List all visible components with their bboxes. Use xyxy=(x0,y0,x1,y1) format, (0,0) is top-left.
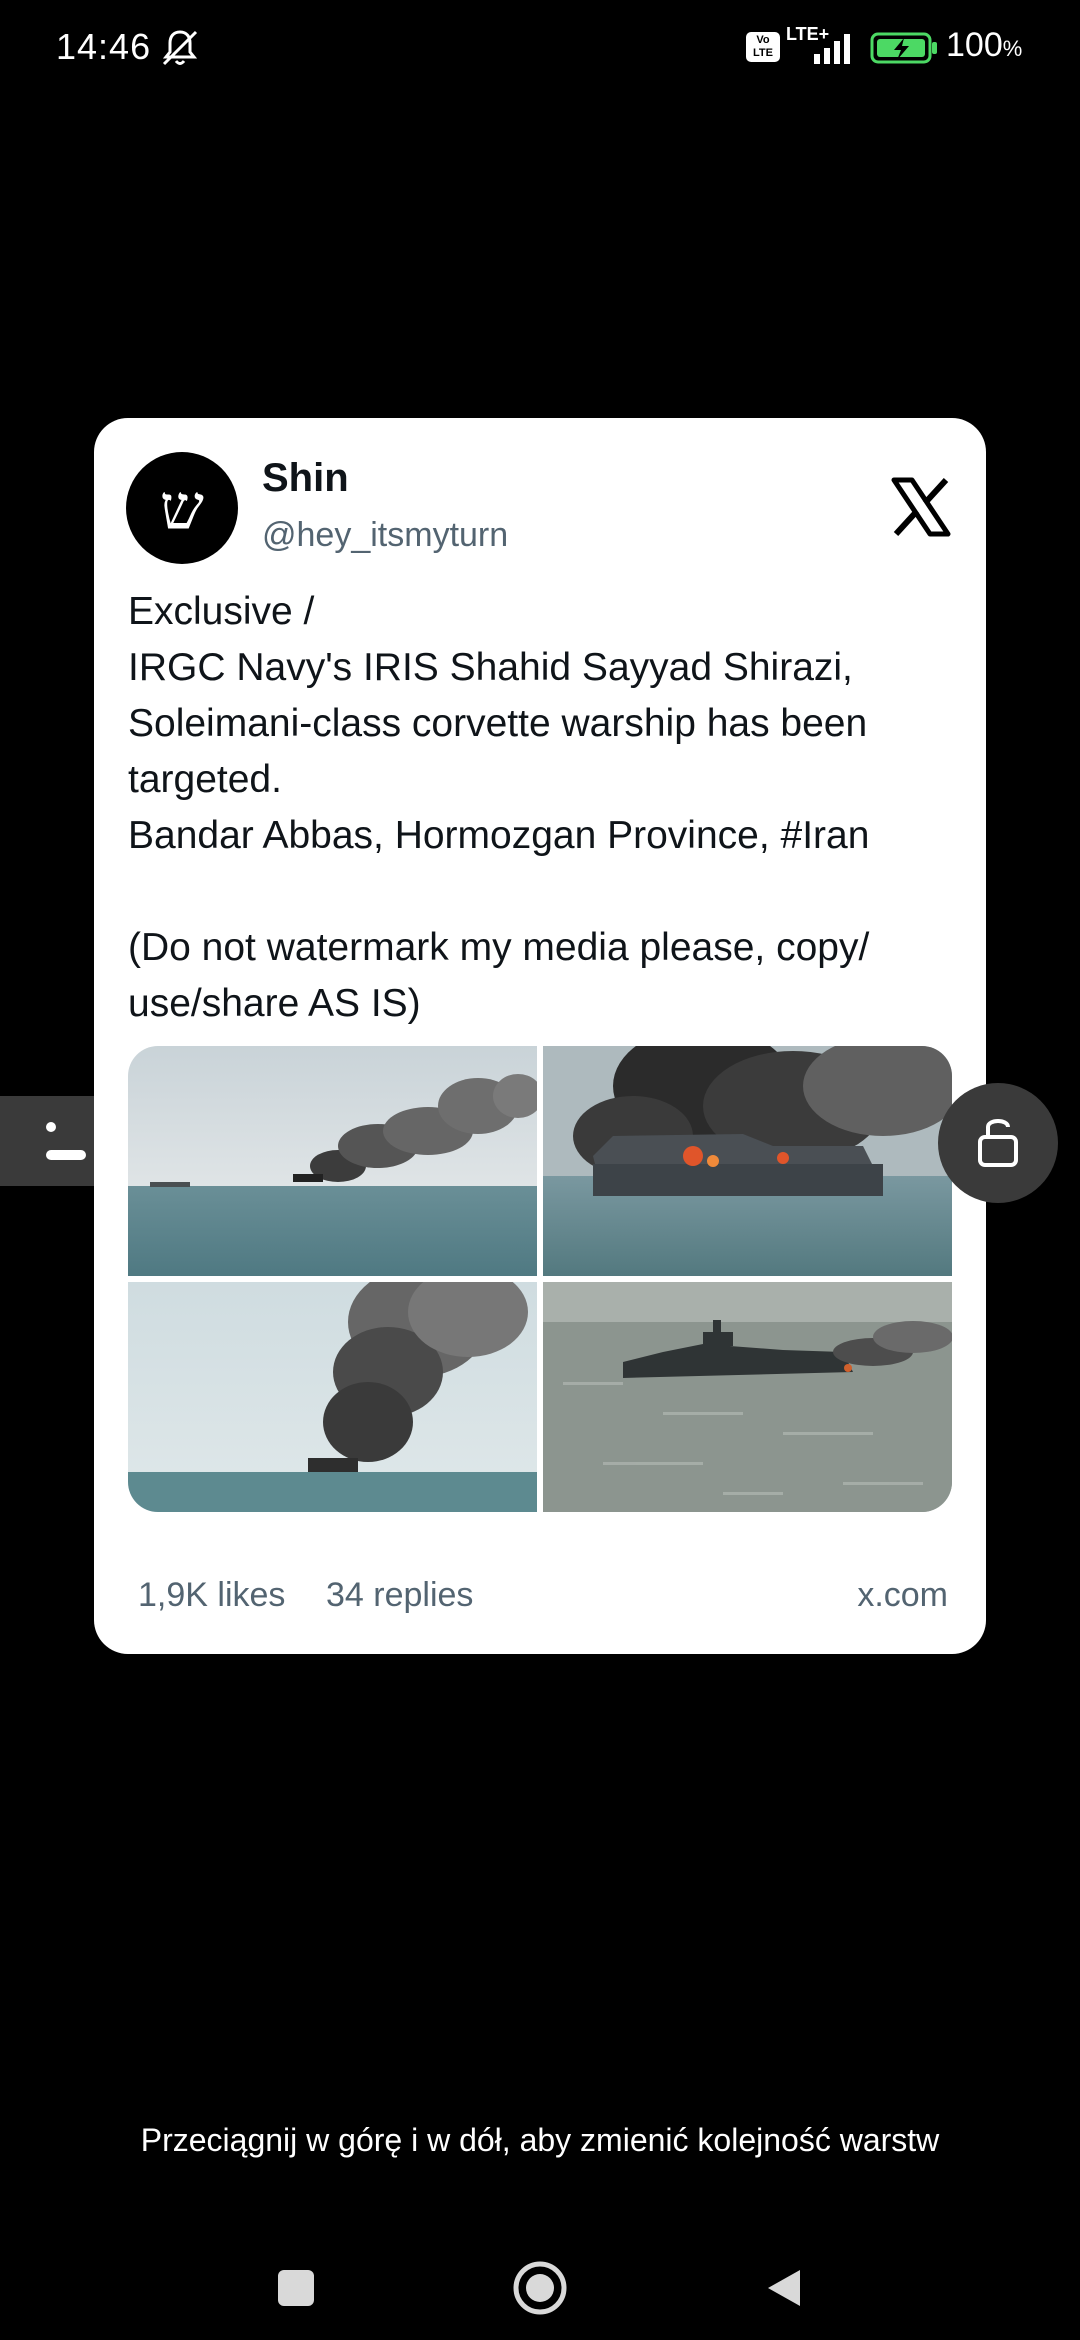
back-button[interactable] xyxy=(744,2250,824,2330)
reorder-hint: Przeciągnij w górę i w dół, aby zmienić … xyxy=(140,2122,940,2158)
recents-icon xyxy=(274,2266,318,2315)
likes-count[interactable]: 1,9K likes xyxy=(138,1576,285,1615)
tweet-line: Exclusive / xyxy=(128,590,315,633)
home-button[interactable] xyxy=(500,2250,580,2330)
home-icon xyxy=(510,2258,570,2323)
media-photo[interactable] xyxy=(543,1046,952,1276)
status-time: 14:46 xyxy=(56,26,152,67)
battery-icon xyxy=(870,30,940,66)
media-grid[interactable] xyxy=(128,1046,952,1512)
media-photo[interactable] xyxy=(128,1282,537,1512)
volte-badge: Vo LTE xyxy=(746,32,780,62)
tweet-line xyxy=(128,864,968,920)
tweet-line: targeted. xyxy=(128,758,282,801)
signal-icon xyxy=(808,30,860,66)
media-photo[interactable] xyxy=(128,1046,537,1276)
back-icon xyxy=(762,2266,806,2315)
navigation-bar xyxy=(0,2230,1080,2340)
tweet-footer: 1,9K likes 34 replies x.com xyxy=(138,1576,948,1616)
x-logo-icon[interactable] xyxy=(890,476,952,538)
replies-count[interactable]: 34 replies xyxy=(326,1576,473,1615)
author-name[interactable]: Shin xyxy=(262,456,349,501)
tweet-line: use/share AS IS) xyxy=(128,982,421,1025)
tweet-line: Soleimani-class corvette warship has bee… xyxy=(128,702,868,745)
tweet-card[interactable]: ש Shin @hey_itsmyturn Exclusive / IRGC N… xyxy=(94,418,986,1654)
avatar[interactable]: ש xyxy=(126,452,238,564)
tweet-line: Bandar Abbas, Hormozgan Province, #Iran xyxy=(128,814,870,857)
mute-icon xyxy=(158,26,202,70)
unlock-button[interactable] xyxy=(938,1083,1058,1203)
battery-percent: 100% xyxy=(946,26,1023,64)
author-handle[interactable]: @hey_itsmyturn xyxy=(262,516,508,555)
tweet-text: Exclusive / IRGC Navy's IRIS Shahid Sayy… xyxy=(128,584,968,1032)
status-bar: 14:46 Vo LTE LTE+ 100% xyxy=(0,0,1080,96)
recents-button[interactable] xyxy=(256,2250,336,2330)
tweet-line: IRGC Navy's IRIS Shahid Sayyad Shirazi, xyxy=(128,646,853,689)
media-photo[interactable] xyxy=(543,1282,952,1512)
tweet-line: (Do not watermark my media please, copy/ xyxy=(128,926,870,969)
source-link[interactable]: x.com xyxy=(857,1576,948,1615)
unlock-icon xyxy=(968,1111,1028,1176)
